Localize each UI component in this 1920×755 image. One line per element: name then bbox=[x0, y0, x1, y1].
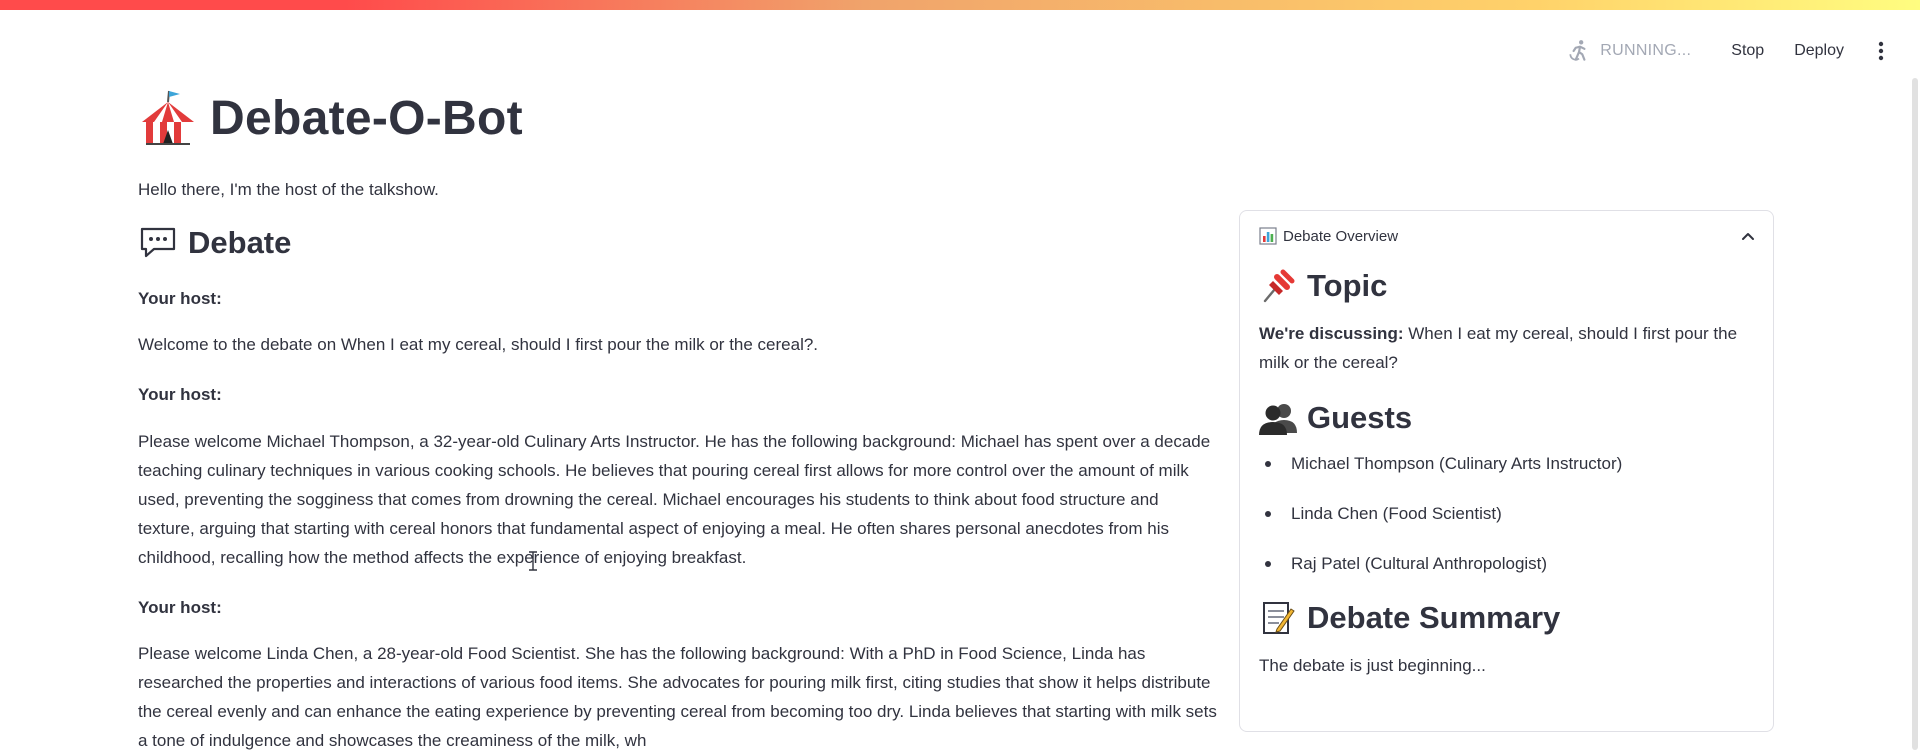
guests-heading-row: Guests bbox=[1259, 399, 1755, 437]
summary-heading: Debate Summary bbox=[1307, 600, 1561, 635]
text-cursor-icon bbox=[529, 551, 537, 571]
pushpin-icon bbox=[1263, 269, 1295, 303]
kebab-menu-icon bbox=[1878, 41, 1884, 61]
page-title: Debate-O-Bot bbox=[210, 91, 523, 145]
main-menu-button[interactable] bbox=[1868, 38, 1894, 64]
guest-item: Raj Patel (Cultural Anthropologist) bbox=[1259, 549, 1755, 578]
summary-text: The debate is just beginning... bbox=[1259, 656, 1486, 675]
app-toolbar: RUNNING... Stop Deploy bbox=[1566, 36, 1894, 66]
message-speaker: Your host: bbox=[138, 385, 222, 405]
topic-heading: Topic bbox=[1307, 268, 1388, 303]
page-scrollbar[interactable] bbox=[1912, 78, 1918, 750]
deploy-button[interactable]: Deploy bbox=[1784, 38, 1854, 64]
running-status: RUNNING... bbox=[1566, 38, 1691, 64]
topic-heading-row: Topic bbox=[1259, 267, 1755, 305]
chevron-up-icon[interactable] bbox=[1741, 231, 1755, 241]
stop-button[interactable]: Stop bbox=[1721, 38, 1774, 64]
circus-tent-icon bbox=[142, 90, 194, 145]
debate-heading-row: Debate bbox=[138, 223, 1218, 263]
debate-heading: Debate bbox=[188, 225, 292, 261]
debate-overview-body: Topic We're discussing: When I eat my ce… bbox=[1240, 267, 1773, 680]
guest-item: Linda Chen (Food Scientist) bbox=[1259, 499, 1755, 528]
message-text: Please welcome Linda Chen, a 28-year-old… bbox=[138, 643, 1217, 750]
message-speaker: Your host: bbox=[138, 597, 222, 617]
memo-icon bbox=[1263, 602, 1295, 634]
bar-chart-icon bbox=[1259, 227, 1277, 245]
speech-balloon-icon bbox=[140, 228, 176, 258]
running-figure-icon bbox=[1569, 40, 1586, 61]
debate-messages: Your host: Welcome to the debate on When… bbox=[138, 285, 1218, 755]
message-speaker: Your host: bbox=[138, 289, 222, 309]
guest-item: Michael Thompson (Culinary Arts Instruct… bbox=[1259, 449, 1755, 478]
topic-label: We're discussing: bbox=[1259, 324, 1404, 343]
message-text: Please welcome Michael Thompson, a 32-ye… bbox=[138, 431, 1211, 567]
busts-in-silhouette-icon bbox=[1259, 404, 1297, 435]
message-text: Welcome to the debate on When I eat my c… bbox=[138, 335, 819, 355]
main-content: Debate-O-Bot Hello there, I'm the host o… bbox=[138, 84, 1218, 755]
guests-heading: Guests bbox=[1307, 400, 1413, 435]
debate-overview-header: Debate Overview bbox=[1283, 227, 1399, 245]
title-row: Debate-O-Bot bbox=[138, 84, 1218, 152]
debate-overview-toggle[interactable]: Debate Overview bbox=[1240, 211, 1773, 261]
topic-text: We're discussing: When I eat my cereal, … bbox=[1259, 319, 1755, 377]
summary-heading-row: Debate Summary bbox=[1259, 599, 1755, 637]
debate-overview-panel: Debate Overview Topic We're discussing: … bbox=[1239, 210, 1774, 732]
app-decoration-bar bbox=[0, 0, 1920, 10]
guest-list: Michael Thompson (Culinary Arts Instruct… bbox=[1259, 449, 1755, 578]
running-status-text: RUNNING... bbox=[1600, 42, 1692, 59]
intro-text: Hello there, I'm the host of the talksho… bbox=[138, 180, 439, 199]
